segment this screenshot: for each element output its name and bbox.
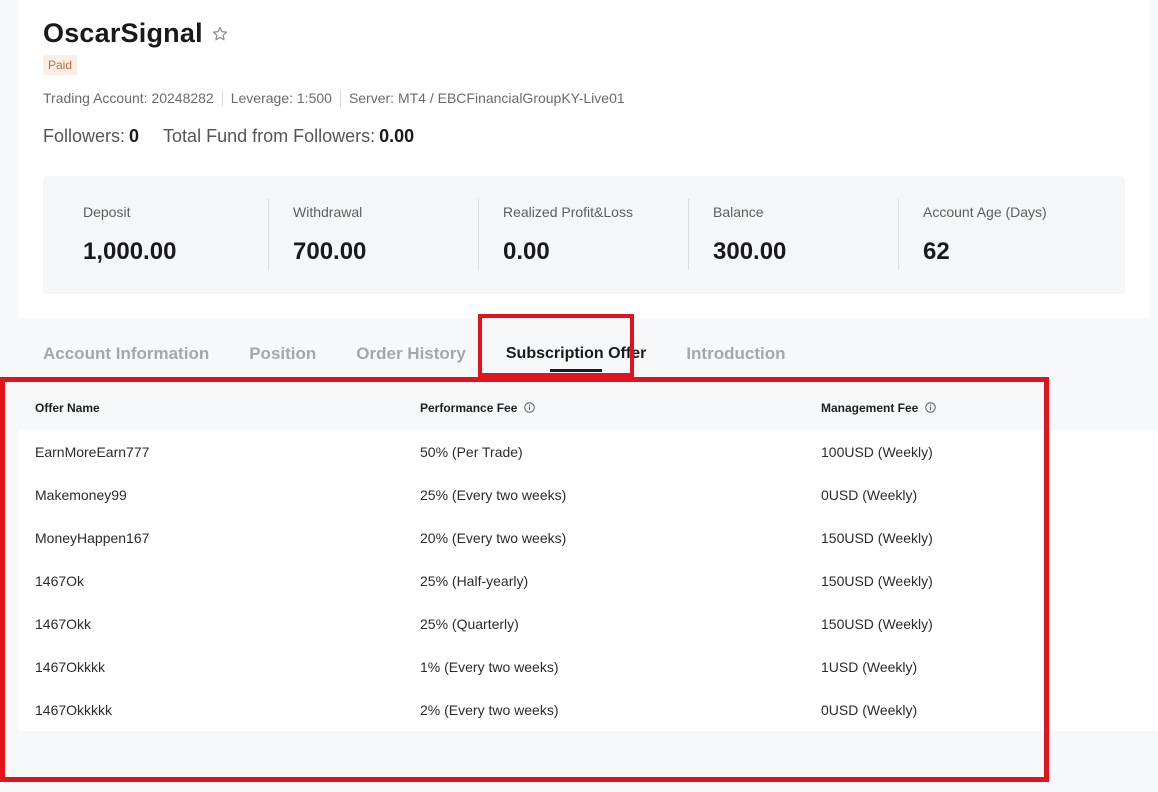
management-fee: 100USD (Weekly) [821,443,933,460]
trading-account: Trading Account: 20248282 [43,90,214,106]
stat-label: Balance [713,204,764,220]
offer-name: MoneyHappen167 [35,529,150,546]
table-row[interactable]: 1467Okk 25% (Quarterly) 150USD (Weekly) [19,602,1158,645]
offer-name: 1467Okk [35,615,92,632]
header-offer-name: Offer Name [35,401,100,415]
stat-account-age: Account Age (Days) 62 [883,176,1093,294]
stat-deposit: Deposit 1,000.00 [43,176,253,294]
header-label: Management Fee [821,401,919,415]
stat-withdrawal: Withdrawal 700.00 [253,176,463,294]
performance-fee: 25% (Half-yearly) [420,572,529,589]
table-row[interactable]: 1467Okkkkk 2% (Every two weeks) 0USD (We… [19,688,1158,731]
title-row: OscarSignal [43,18,229,49]
stat-label: Account Age (Days) [923,204,1047,220]
table-header: Offer Name Performance Fee Management Fe… [19,386,1158,430]
stat-balance: Balance 300.00 [673,176,883,294]
tab-position[interactable]: Position [249,342,316,372]
performance-fee: 50% (Per Trade) [420,443,523,460]
stat-value: 1,000.00 [83,238,177,265]
account-meta: Trading Account: 20248282 Leverage: 1:50… [43,90,633,107]
stat-value: 700.00 [293,238,367,265]
table-row[interactable]: MoneyHappen167 20% (Every two weeks) 150… [19,516,1158,559]
page: OscarSignal Paid Trading Account: 202482… [0,0,1158,792]
management-fee: 150USD (Weekly) [821,615,933,632]
table-row[interactable]: 1467Okkkk 1% (Every two weeks) 1USD (Wee… [19,645,1158,688]
management-fee: 0USD (Weekly) [821,486,918,503]
stat-label: Realized Profit&Loss [503,204,633,220]
stat-value: 62 [923,238,950,265]
management-fee: 0USD (Weekly) [821,701,918,718]
stat-realized-pnl: Realized Profit&Loss 0.00 [463,176,673,294]
performance-fee: 20% (Every two weeks) [420,529,567,546]
tab-bar: Account Information Position Order Histo… [43,342,825,372]
performance-fee: 25% (Every two weeks) [420,486,567,503]
offer-name: 1467Okkkkk [35,701,113,718]
total-fund-value: 0.00 [379,126,415,146]
offer-name: EarnMoreEarn777 [35,443,150,460]
star-outline-icon[interactable] [211,25,229,43]
profile-card: OscarSignal Paid Trading Account: 202482… [19,0,1149,318]
table-row[interactable]: Makemoney99 25% (Every two weeks) 0USD (… [19,473,1158,516]
tab-account-information[interactable]: Account Information [43,342,209,372]
page-title: OscarSignal [43,18,203,48]
offer-table: Offer Name Performance Fee Management Fe… [19,386,1158,731]
offer-name: 1467Okkkk [35,658,106,675]
stat-label: Withdrawal [293,204,363,220]
management-fee: 150USD (Weekly) [821,572,933,589]
tab-subscription-offer[interactable]: Subscription Offer [506,342,646,372]
followers-label: Followers: [43,126,126,146]
tab-introduction[interactable]: Introduction [686,342,785,372]
info-circle-icon[interactable] [924,402,936,413]
header-management-fee: Management Fee [821,401,1158,415]
followers-group: Followers: 0 [43,126,139,147]
stat-value: 0.00 [503,238,550,265]
total-fund-label: Total Fund from Followers: [163,126,376,146]
followers-row: Followers: 0 Total Fund from Followers: 0.… [43,126,414,147]
tab-order-history[interactable]: Order History [356,342,466,372]
server: Server: MT4 / EBCFinancialGroupKY-Live01 [339,90,633,107]
management-fee: 150USD (Weekly) [821,529,933,546]
management-fee: 1USD (Weekly) [821,658,918,675]
stat-value: 300.00 [713,238,787,265]
header-label: Performance Fee [420,401,518,415]
followers-value: 0 [129,126,140,146]
stats-panel: Deposit 1,000.00 Withdrawal 700.00 Reali… [43,176,1125,294]
table-row[interactable]: 1467Ok 25% (Half-yearly) 150USD (Weekly) [19,559,1158,602]
performance-fee: 2% (Every two weeks) [420,701,559,718]
info-circle-icon[interactable] [524,402,535,413]
total-fund-group: Total Fund from Followers: 0.00 [163,126,414,147]
header-performance-fee: Performance Fee [420,401,821,415]
offer-name: Makemoney99 [35,486,127,503]
table-row[interactable]: EarnMoreEarn777 50% (Per Trade) 100USD (… [19,430,1158,473]
table-body: EarnMoreEarn777 50% (Per Trade) 100USD (… [19,430,1158,731]
offer-name: 1467Ok [35,572,85,589]
paid-badge: Paid [43,55,78,75]
performance-fee: 1% (Every two weeks) [420,658,559,675]
stat-label: Deposit [83,204,131,220]
leverage: Leverage: 1:500 [221,90,340,107]
performance-fee: 25% (Quarterly) [420,615,519,632]
